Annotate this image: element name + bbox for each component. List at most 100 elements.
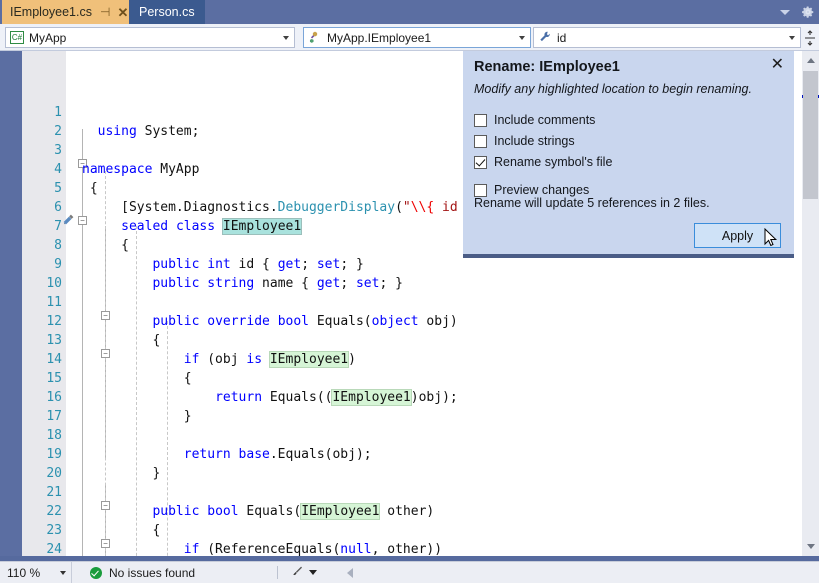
check-circle-icon	[90, 566, 102, 579]
visual-studio-window: IEmployee1.cs ⊣ ✕ Person.cs C# MyApp MyA…	[0, 0, 819, 583]
checkbox-label: Include strings	[494, 134, 575, 148]
scrollbar-thumb[interactable]	[803, 71, 818, 199]
chevron-down-icon[interactable]	[519, 35, 525, 40]
checkbox-box[interactable]	[474, 113, 487, 127]
csharp-icon: C#	[10, 31, 24, 44]
wrench-icon	[538, 30, 552, 46]
status-divider	[277, 566, 279, 579]
line-number: 7	[54, 219, 62, 234]
line-number: 22	[46, 504, 62, 519]
code-line[interactable]: public int id { get; set; }	[82, 255, 363, 274]
checkbox-box[interactable]	[474, 183, 487, 197]
navigation-bar: C# MyApp MyApp.IEmployee1 id	[0, 24, 819, 51]
left-arrow-icon[interactable]	[347, 567, 354, 578]
code-line[interactable]: using System;	[82, 122, 200, 141]
tab-label: IEmployee1.cs	[10, 5, 92, 19]
symbol-definition-highlight: IEmployee1	[221, 218, 303, 235]
line-number: 9	[54, 257, 62, 272]
line-number: 2	[54, 124, 62, 139]
line-number: 18	[46, 428, 62, 443]
code-line[interactable]: {	[82, 236, 129, 255]
checkbox-include-strings[interactable]: Include strings	[474, 134, 575, 148]
rename-dialog-subtitle: Modify any highlighted location to begin…	[474, 82, 752, 96]
code-line[interactable]: }	[82, 464, 160, 483]
line-number: 6	[54, 200, 62, 215]
close-icon[interactable]: ✕	[117, 6, 128, 19]
code-line[interactable]: if (obj is IEmployee1)	[82, 350, 356, 369]
code-line[interactable]: return base.Equals(obj);	[82, 445, 372, 464]
code-line[interactable]: return Equals((IEmployee1)obj);	[82, 388, 458, 407]
line-number: 4	[54, 162, 62, 177]
checkbox-box[interactable]	[474, 155, 487, 169]
vertical-scrollbar[interactable]	[802, 51, 819, 556]
tab-person-cs[interactable]: Person.cs	[129, 0, 205, 24]
code-line[interactable]: }	[82, 407, 192, 426]
checkbox-label: Include comments	[494, 113, 596, 127]
chevron-down-icon[interactable]	[283, 35, 289, 40]
type-dropdown-value: MyApp.IEmployee1	[327, 30, 432, 45]
line-number: 13	[46, 333, 62, 348]
code-line[interactable]: {	[82, 369, 192, 388]
line-number: 20	[46, 466, 62, 481]
issues-status-label: No issues found	[109, 565, 196, 580]
type-dropdown[interactable]: MyApp.IEmployee1	[303, 27, 531, 48]
symbol-reference-highlight: IEmployee1	[331, 389, 412, 406]
symbol-reference-highlight: IEmployee1	[268, 351, 350, 368]
checkbox-preview-changes[interactable]: Preview changes	[474, 183, 589, 197]
scroll-down-icon[interactable]	[802, 537, 819, 556]
line-number: 21	[46, 485, 62, 500]
scroll-up-icon[interactable]	[802, 51, 819, 70]
code-line[interactable]: public bool Equals(IEmployee1 other)	[82, 502, 434, 521]
chevron-down-icon[interactable]	[789, 35, 795, 40]
code-line[interactable]: [System.Diagnostics.DebuggerDisplay("\\{…	[82, 198, 458, 217]
project-dropdown-value: MyApp	[29, 30, 67, 45]
rename-summary-text: Rename will update 5 references in 2 fil…	[474, 196, 710, 210]
close-icon[interactable]: ✕	[771, 57, 784, 73]
code-line[interactable]: sealed class IEmployee1	[82, 217, 303, 236]
pin-icon[interactable]: ⊣	[100, 6, 110, 18]
checkbox-box[interactable]	[474, 134, 487, 148]
line-number: 16	[46, 390, 62, 405]
chevron-down-icon[interactable]	[60, 570, 66, 575]
line-number: 10	[46, 276, 62, 291]
member-dropdown[interactable]: id	[533, 27, 801, 48]
line-number: 19	[46, 447, 62, 462]
checkbox-include-comments[interactable]: Include comments	[474, 113, 595, 127]
titlebar-actions	[780, 0, 815, 24]
brush-icon[interactable]	[290, 565, 304, 581]
line-number: 3	[54, 143, 62, 158]
line-number: 5	[54, 181, 62, 196]
code-line[interactable]: public override bool Equals(object obj)	[82, 312, 457, 331]
code-line[interactable]: if (ReferenceEquals(null, other))	[82, 540, 442, 556]
project-dropdown[interactable]: C# MyApp	[5, 27, 295, 48]
checkbox-rename-symbols-file[interactable]: Rename symbol's file	[474, 155, 612, 169]
code-line[interactable]: {	[82, 521, 160, 540]
line-number: 14	[46, 352, 62, 367]
chevron-down-icon[interactable]	[780, 9, 790, 15]
line-number: 17	[46, 409, 62, 424]
line-number: 15	[46, 371, 62, 386]
zoom-level: 110 %	[7, 565, 41, 580]
class-icon	[308, 30, 322, 46]
line-number: 8	[54, 238, 62, 253]
line-number: 11	[46, 295, 62, 310]
checkbox-label: Rename symbol's file	[494, 155, 613, 169]
symbol-reference-highlight: IEmployee1	[300, 503, 381, 520]
member-dropdown-value: id	[557, 30, 567, 45]
rename-dialog-title: Rename: IEmployee1	[474, 59, 620, 75]
line-number: 1	[54, 105, 62, 120]
code-line[interactable]: {	[82, 179, 98, 198]
gear-icon[interactable]	[801, 5, 815, 19]
zoom-dropdown[interactable]: 110 %	[0, 562, 72, 583]
split-window-icon[interactable]	[803, 30, 816, 46]
tab-iemployee1-cs[interactable]: IEmployee1.cs ⊣ ✕	[2, 0, 134, 24]
tab-strip: IEmployee1.cs ⊣ ✕ Person.cs	[0, 0, 819, 24]
chevron-down-icon[interactable]	[309, 570, 318, 575]
code-line[interactable]: namespace MyApp	[82, 160, 199, 179]
code-line[interactable]: {	[82, 331, 160, 350]
line-number: 12	[46, 314, 62, 329]
tab-label: Person.cs	[139, 5, 195, 19]
status-bar: 110 % No issues found	[0, 561, 819, 583]
code-line[interactable]: public string name { get; set; }	[82, 274, 403, 293]
line-number: 24	[46, 542, 62, 556]
